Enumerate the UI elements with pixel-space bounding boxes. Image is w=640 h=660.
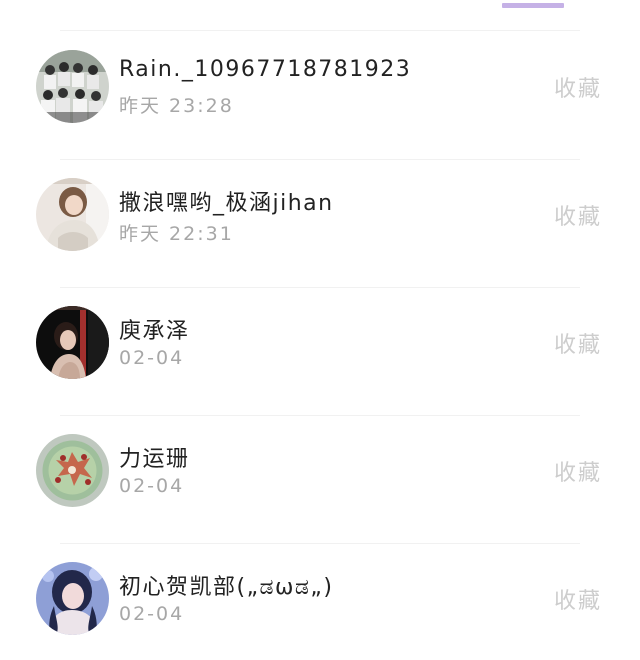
favorite-button[interactable]: 收藏	[554, 455, 602, 487]
favorite-button[interactable]: 收藏	[554, 327, 602, 359]
dark-portrait-avatar[interactable]	[36, 306, 109, 379]
username[interactable]: 初心贺凯部(„ಡωಡ„)	[119, 569, 333, 601]
timestamp: 昨天 23:28	[119, 95, 234, 117]
favorite-button[interactable]: 收藏	[554, 71, 602, 103]
list-item[interactable]: Rain._10967718781923 昨天 23:28 收藏	[0, 31, 640, 159]
list-item[interactable]: 庾承泽 02-04 收藏	[0, 287, 640, 415]
username[interactable]: 力运珊	[119, 441, 190, 473]
list-item[interactable]: 初心贺凯部(„ಡωಡ„) 02-04 收藏	[0, 543, 640, 660]
timestamp: 昨天 22:31	[119, 223, 234, 245]
timestamp: 02-04	[119, 475, 185, 497]
timestamp: 02-04	[119, 603, 185, 625]
timestamp: 02-04	[119, 347, 185, 369]
favorite-button[interactable]: 收藏	[554, 583, 602, 615]
active-tab-indicator	[502, 3, 564, 8]
girl-photo-avatar[interactable]	[36, 178, 109, 251]
list-item[interactable]: 撒浪嘿哟_极涵jihan 昨天 22:31 收藏	[0, 159, 640, 287]
blue-hair-girl-avatar[interactable]	[36, 562, 109, 635]
username[interactable]: 撒浪嘿哟_极涵jihan	[119, 185, 334, 217]
list-item[interactable]: 力运珊 02-04 收藏	[0, 415, 640, 543]
group-photo-avatar[interactable]	[36, 50, 109, 123]
username[interactable]: 庾承泽	[119, 313, 190, 345]
cake-photo-avatar[interactable]	[36, 434, 109, 507]
user-list: Rain._10967718781923 昨天 23:28 收藏 撒浪嘿哟_极涵…	[0, 31, 640, 660]
favorite-button[interactable]: 收藏	[554, 199, 602, 231]
username[interactable]: Rain._10967718781923	[119, 57, 411, 82]
